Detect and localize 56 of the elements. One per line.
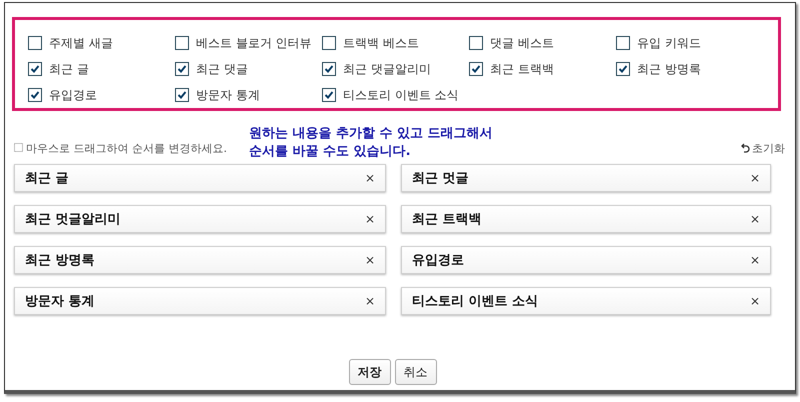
checkbox[interactable] <box>175 36 189 50</box>
option-label: 방문자 통계 <box>196 86 260 104</box>
option-label: 최근 댓글알리미 <box>343 60 431 78</box>
remove-button[interactable]: × <box>364 253 375 267</box>
checkbox[interactable] <box>322 36 336 50</box>
widget-title: 방문자 통계 <box>25 293 95 310</box>
remove-button[interactable]: × <box>364 212 375 226</box>
option-label: 트랙백 베스트 <box>343 34 419 52</box>
checkbox[interactable] <box>175 62 189 76</box>
remove-button[interactable]: × <box>750 171 760 185</box>
widget-block[interactable]: 최근 글 × <box>14 164 386 192</box>
remove-button[interactable]: × <box>364 171 375 185</box>
drag-hint: 마우스로 드래그하여 순서를 변경하세요. <box>26 140 227 156</box>
option-label: 최근 방명록 <box>637 60 701 78</box>
option-label: 최근 글 <box>49 60 89 78</box>
widget-title: 최근 멋글알리미 <box>25 211 121 228</box>
checkbox[interactable] <box>28 36 42 50</box>
widget-title: 최근 방명록 <box>25 252 95 269</box>
widget-block[interactable]: 최근 멋글알리미 × <box>14 205 386 233</box>
remove-button[interactable]: × <box>364 294 375 308</box>
checkbox[interactable] <box>322 88 336 102</box>
widget-block[interactable]: 최근 트랙백 × <box>401 205 771 233</box>
widget-title: 티스토리 이벤트 소식 <box>412 293 538 310</box>
remove-button[interactable]: × <box>750 253 760 267</box>
checkbox[interactable] <box>616 36 630 50</box>
widget-title: 최근 글 <box>25 170 69 187</box>
option-label: 주제별 새글 <box>49 34 113 52</box>
remove-button[interactable]: × <box>750 294 760 308</box>
option-label: 티스토리 이벤트 소식 <box>343 86 459 104</box>
option-label: 유입경로 <box>49 86 97 104</box>
option-label: 최근 댓글 <box>196 60 248 78</box>
reset-link[interactable]: 초기화 <box>741 140 785 156</box>
widget-block[interactable]: 유입경로 × <box>401 246 771 274</box>
checkbox[interactable] <box>469 36 483 50</box>
checkbox[interactable] <box>469 62 483 76</box>
widget-title: 최근 멋글 <box>412 170 469 187</box>
drag-icon <box>14 143 24 153</box>
undo-icon <box>741 143 750 153</box>
option-label: 베스트 블로거 인터뷰 <box>196 34 312 52</box>
checkbox[interactable] <box>175 88 189 102</box>
remove-button[interactable]: × <box>750 212 760 226</box>
widget-block[interactable]: 방문자 통계 × <box>14 287 386 315</box>
widget-title: 유입경로 <box>412 252 464 269</box>
cancel-button[interactable]: 취소 <box>394 359 436 385</box>
widget-block[interactable]: 최근 방명록 × <box>14 246 386 274</box>
option-label: 최근 트랙백 <box>490 60 554 78</box>
checkbox[interactable] <box>28 88 42 102</box>
checkbox[interactable] <box>28 62 42 76</box>
widget-block[interactable]: 최근 멋글 × <box>401 164 771 192</box>
checkbox[interactable] <box>322 62 336 76</box>
option-label: 유입 키워드 <box>637 34 701 52</box>
option-label: 댓글 베스트 <box>490 34 554 52</box>
widget-block[interactable]: 티스토리 이벤트 소식 × <box>401 287 771 315</box>
save-button[interactable]: 저장 <box>348 359 390 385</box>
checkbox[interactable] <box>616 62 630 76</box>
widget-title: 최근 트랙백 <box>412 211 482 228</box>
